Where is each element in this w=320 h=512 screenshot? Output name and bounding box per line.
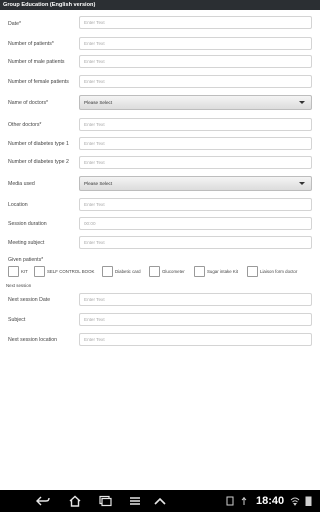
next-session-date-input[interactable]: Enter Text — [79, 293, 312, 306]
date-label: Date* — [8, 21, 21, 27]
num-male-label: Number of male patients — [8, 59, 65, 65]
name-doctors-label: Name of doctors* — [8, 100, 49, 106]
date-input[interactable]: Enter Text — [79, 16, 312, 29]
checkbox-self-control-book[interactable] — [34, 266, 45, 277]
session-duration-input[interactable]: 00:00 — [79, 217, 312, 230]
next-session-location-label: Next session location — [8, 337, 58, 343]
num-patients-label: Number of patients* — [8, 41, 54, 47]
checkbox-label-glucometer: Glucometer — [162, 269, 185, 274]
media-used-select[interactable]: Please Select — [79, 176, 312, 191]
next-session-date-label: Next session Date — [8, 297, 51, 303]
num-male-input[interactable]: Enter Text — [79, 55, 312, 68]
subject-label: Subject — [8, 317, 26, 323]
media-used-label: Media used — [8, 181, 35, 187]
notification-icon — [226, 496, 234, 506]
title-bar: Group Education (English version) — [0, 0, 320, 10]
checkbox-label-liaison-form-doctor: Liaison form doctor — [260, 269, 298, 274]
app-title: Group Education (English version) — [3, 2, 96, 8]
system-navigation-bar: 18:40 — [0, 490, 320, 512]
checkbox-label-sugar-intake-kit: Sugar intake Kit — [207, 269, 238, 274]
wifi-icon — [290, 497, 300, 506]
checkbox-diabetic-card[interactable] — [102, 266, 113, 277]
checkbox-sugar-intake-kit[interactable] — [194, 266, 205, 277]
back-icon[interactable] — [36, 495, 50, 507]
num-type1-label: Number of diabetes type 1 — [8, 141, 69, 147]
session-duration-label: Session duration — [8, 221, 47, 227]
battery-icon — [305, 496, 312, 506]
clock: 18:40 — [256, 495, 285, 507]
given-patients-label: Given patients* — [8, 257, 44, 263]
other-doctors-input[interactable]: Enter Text — [79, 118, 312, 131]
other-doctors-label: Other doctors* — [8, 122, 42, 128]
checkbox-glucometer[interactable] — [149, 266, 160, 277]
home-icon[interactable] — [68, 495, 82, 507]
checkbox-label-kit: KIT — [21, 269, 28, 274]
checkbox-label-diabetic-card: Diabetic card — [115, 269, 141, 274]
recent-apps-icon[interactable] — [98, 495, 112, 507]
num-type2-label: Number of diabetes type 2 — [8, 159, 69, 165]
checkbox-label-self-control-book: SELF CONTROL BOOK — [47, 269, 95, 274]
subject-input[interactable]: Enter Text — [79, 313, 312, 326]
checkbox-liaison-form-doctor[interactable] — [247, 266, 258, 277]
dropdown-arrow-icon — [299, 182, 305, 185]
num-type1-input[interactable]: Enter Text — [79, 137, 312, 150]
num-female-input[interactable]: Enter Text — [79, 75, 312, 88]
meeting-subject-label: Meeting subject — [8, 240, 45, 246]
location-label: Location — [8, 202, 28, 208]
usb-icon — [241, 497, 247, 505]
up-icon[interactable] — [153, 495, 167, 507]
dropdown-arrow-icon — [299, 101, 305, 104]
location-input[interactable]: Enter Text — [79, 198, 312, 211]
next-session-location-input[interactable]: Enter Text — [79, 333, 312, 346]
name-doctors-select[interactable]: Please Select — [79, 95, 312, 110]
checkbox-kit[interactable] — [8, 266, 19, 277]
menu-icon[interactable] — [128, 495, 142, 507]
num-type2-input[interactable]: Enter Text — [79, 156, 312, 169]
num-female-label: Number of female patients — [8, 79, 69, 85]
meeting-subject-input[interactable]: Enter Text — [79, 236, 312, 249]
num-patients-input[interactable]: Enter Text — [79, 37, 312, 50]
next-session-small-label: Next session — [6, 283, 32, 288]
